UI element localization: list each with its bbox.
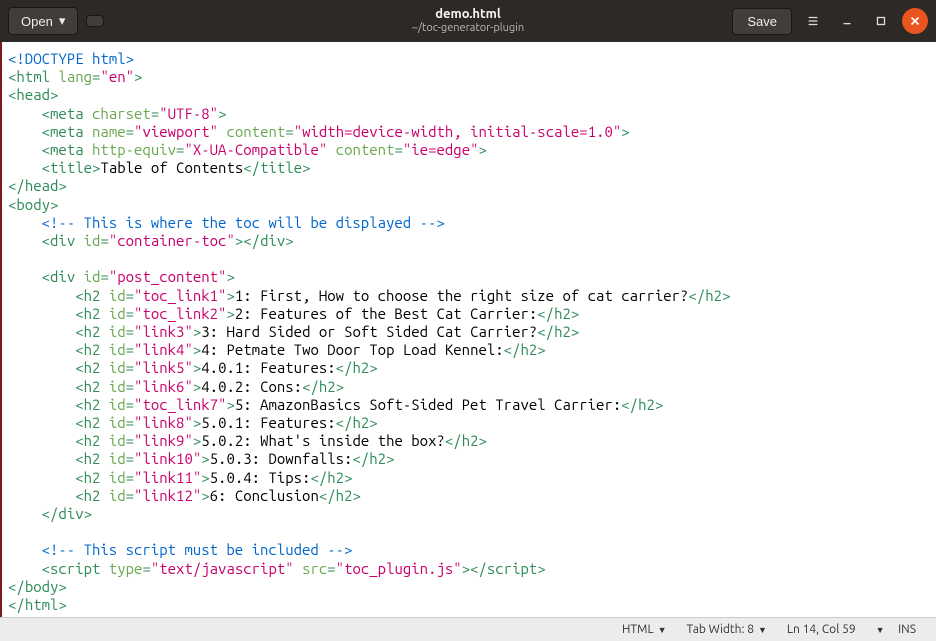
language-selector[interactable]: HTML ▼ bbox=[612, 623, 677, 636]
tab-width-label: Tab Width: 8 bbox=[687, 623, 754, 636]
statusbar: HTML ▼ Tab Width: 8 ▼ Ln 14, Col 59 ▼ IN… bbox=[0, 617, 936, 641]
language-label: HTML bbox=[622, 623, 654, 636]
tab-width-selector[interactable]: Tab Width: 8 ▼ bbox=[677, 623, 777, 636]
close-icon bbox=[908, 14, 922, 28]
titlebar: Open ▾ demo.html ~/toc-generator-plugin … bbox=[0, 0, 936, 42]
code-editor[interactable]: <!DOCTYPE html> <html lang="en"> <head> … bbox=[0, 42, 936, 617]
insert-label: INS bbox=[898, 623, 916, 636]
filepath-label: ~/toc-generator-plugin bbox=[412, 22, 524, 35]
open-label: Open bbox=[21, 14, 53, 29]
hamburger-icon bbox=[806, 14, 820, 28]
save-button[interactable]: Save bbox=[732, 8, 792, 35]
new-tab-button[interactable] bbox=[86, 15, 104, 27]
hamburger-menu-button[interactable] bbox=[800, 8, 826, 34]
insert-mode[interactable]: ▼ INS bbox=[866, 623, 926, 636]
maximize-icon bbox=[874, 14, 888, 28]
minimize-icon bbox=[840, 14, 854, 28]
chevron-down-icon: ▼ bbox=[658, 625, 667, 635]
chevron-down-icon: ▼ bbox=[876, 625, 885, 635]
open-button[interactable]: Open ▾ bbox=[8, 7, 78, 35]
chevron-down-icon: ▾ bbox=[59, 13, 66, 29]
maximize-button[interactable] bbox=[868, 8, 894, 34]
filename-label: demo.html bbox=[412, 7, 524, 22]
chevron-down-icon: ▼ bbox=[758, 625, 767, 635]
doctype: <!DOCTYPE html> bbox=[8, 50, 134, 67]
cursor-label: Ln 14, Col 59 bbox=[787, 623, 856, 636]
title-area: demo.html ~/toc-generator-plugin bbox=[412, 7, 524, 35]
cursor-position[interactable]: Ln 14, Col 59 bbox=[777, 623, 866, 636]
minimize-button[interactable] bbox=[834, 8, 860, 34]
close-button[interactable] bbox=[902, 8, 928, 34]
